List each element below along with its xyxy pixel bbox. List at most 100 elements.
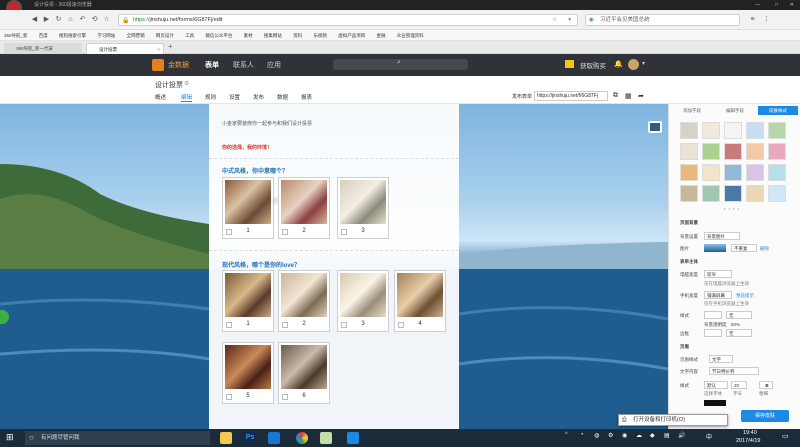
theme-swatch[interactable] (768, 185, 786, 202)
option-card[interactable]: 1 (222, 177, 274, 239)
option-card[interactable]: 2 (278, 177, 330, 239)
bold-toggle[interactable]: B (759, 381, 773, 389)
windows-start-icon[interactable]: ⊞ (6, 432, 14, 443)
tab-360-nav[interactable]: 360导航_新一代安 (4, 43, 82, 54)
theme-swatch[interactable] (702, 122, 720, 139)
chrome-icon[interactable] (296, 432, 308, 444)
font-size-select[interactable]: 20 (731, 381, 747, 389)
tab-reports[interactable]: 报表 (301, 93, 312, 101)
avatar[interactable] (628, 59, 639, 70)
volume-icon[interactable]: 🔊 (678, 432, 685, 439)
settings-gear-icon[interactable]: ⚙ (184, 80, 189, 87)
tab-edit[interactable]: 编辑 (181, 93, 193, 102)
option-card[interactable]: 4 (394, 270, 446, 332)
tab-edit-field[interactable]: 编辑字段 (715, 106, 755, 115)
tray-icon[interactable]: ⚙ (608, 432, 613, 439)
file-explorer-icon[interactable] (220, 432, 232, 444)
bookmark-item[interactable]: 网页设计 (156, 33, 174, 38)
bookmark-star-icon[interactable]: ☆ (102, 15, 111, 24)
mobile-width-select[interactable]: 铺满屏幕 (704, 291, 732, 299)
theme-swatch[interactable] (768, 143, 786, 160)
tab-add-field[interactable]: 添加字段 (672, 106, 712, 115)
upgrade-link[interactable]: 获取购买 (580, 60, 606, 70)
favorite-star-icon[interactable]: ☆ (552, 15, 557, 26)
bookmark-item[interactable]: 微信公众平台 (205, 33, 232, 38)
option-card[interactable]: 1 (222, 270, 274, 332)
tab-overview[interactable]: 概述 (155, 93, 166, 101)
tab-rules[interactable]: 规则 (205, 93, 216, 101)
clock-date[interactable]: 2017/4/19 (736, 438, 760, 444)
tab-data[interactable]: 数据 (277, 93, 288, 101)
style-select[interactable]: 无 (726, 311, 752, 319)
close-button[interactable]: ✕ (790, 0, 794, 10)
theme-swatch[interactable] (680, 143, 698, 160)
theme-swatch[interactable] (724, 122, 742, 139)
back-icon[interactable]: ◀ (30, 15, 39, 24)
tab-settings[interactable]: 设置 (229, 93, 240, 101)
input-language[interactable]: 中 (706, 432, 712, 441)
menu-icon[interactable]: ≡ (748, 15, 757, 24)
option-card[interactable]: 6 (278, 342, 330, 404)
theme-swatch[interactable] (702, 185, 720, 202)
theme-swatch[interactable] (724, 164, 742, 181)
tray-icon[interactable]: ◉ (622, 432, 627, 439)
option-card[interactable]: 3 (337, 177, 389, 239)
clock-time[interactable]: 19:40 (743, 430, 757, 436)
notepad-icon[interactable] (320, 432, 332, 444)
minimize-button[interactable]: — (755, 0, 760, 10)
theme-swatch[interactable] (746, 164, 764, 181)
image-mode-select[interactable]: 不重复 (731, 244, 757, 252)
network-icon[interactable]: ▤ (664, 432, 670, 439)
tab-skin-style[interactable]: 皮肤样式 (758, 106, 798, 115)
theme-swatch[interactable] (702, 143, 720, 160)
font-select[interactable]: 默认 (704, 381, 728, 389)
theme-swatch[interactable] (768, 122, 786, 139)
tab-design-vote[interactable]: 设计投票 × (86, 43, 164, 54)
action-center-icon[interactable]: ▭ (782, 432, 789, 440)
theme-swatch[interactable] (680, 164, 698, 181)
bookmark-item[interactable]: 工具 (185, 33, 194, 38)
nav-forms[interactable]: 表单 (205, 60, 219, 70)
fullscreen-icon[interactable] (648, 121, 662, 133)
theme-swatch[interactable] (724, 143, 742, 160)
option-card[interactable]: 3 (337, 270, 389, 332)
bookmark-item[interactable]: 搜狗搜索引擎 (59, 33, 86, 38)
logo-text[interactable]: 金数据 (168, 60, 189, 70)
bookmark-item[interactable]: 百度 (39, 33, 48, 38)
text-color-swatch[interactable] (704, 400, 726, 406)
tray-icon[interactable]: ◆ (650, 432, 655, 439)
bookmark-item[interactable]: 学习网站 (97, 33, 115, 38)
bookmark-item[interactable]: 虚拟产品项目 (338, 33, 365, 38)
transparency-value[interactable]: 50% (731, 322, 740, 327)
bookmark-item[interactable]: 360导航_新 (4, 33, 28, 38)
maximize-button[interactable]: □ (775, 0, 778, 10)
extension-icon[interactable]: ⋮ (762, 15, 771, 24)
nav-apps[interactable]: 应用 (267, 60, 281, 70)
copy-icon[interactable]: ⧉ (613, 92, 618, 100)
bookmark-item[interactable]: 乐视频 (313, 33, 327, 38)
body-width-select[interactable]: 较窄 (704, 270, 732, 278)
tray-icon[interactable]: ☁ (636, 432, 642, 439)
option-card[interactable]: 5 (222, 342, 274, 404)
image-delete-link[interactable]: 删除 (760, 246, 769, 252)
theme-swatch[interactable] (702, 164, 720, 181)
bookmark-item[interactable]: 搜集网站 (264, 33, 282, 38)
chevron-down-icon[interactable]: ▾ (642, 60, 645, 67)
bookmark-item[interactable]: 众业管理资料 (397, 33, 424, 38)
photoshop-icon[interactable]: Ps (244, 432, 256, 444)
history-icon[interactable]: ↶ (78, 15, 87, 24)
tray-chevron-icon[interactable]: ^ (565, 432, 568, 438)
home-icon[interactable]: ⌂ (66, 15, 75, 24)
header-style-select[interactable]: 文字 (709, 355, 733, 363)
border-select[interactable]: 无 (726, 329, 752, 337)
tray-icon[interactable]: ◔ (580, 432, 584, 438)
360-browser-icon[interactable] (347, 432, 359, 444)
bg-thumbnail[interactable] (704, 244, 726, 252)
bookmark-item[interactable]: 资料 (293, 33, 302, 38)
share-icon[interactable]: ➦ (638, 92, 644, 100)
publish-url-field[interactable]: https://jinshuju.net/f/6G87Fj (534, 91, 608, 101)
logo-icon[interactable] (152, 59, 164, 71)
nav-contacts[interactable]: 联系人 (233, 60, 254, 70)
text-content-input[interactable]: 节日特价券 (709, 367, 759, 375)
bookmark-item[interactable]: 全网营销 (127, 33, 145, 38)
